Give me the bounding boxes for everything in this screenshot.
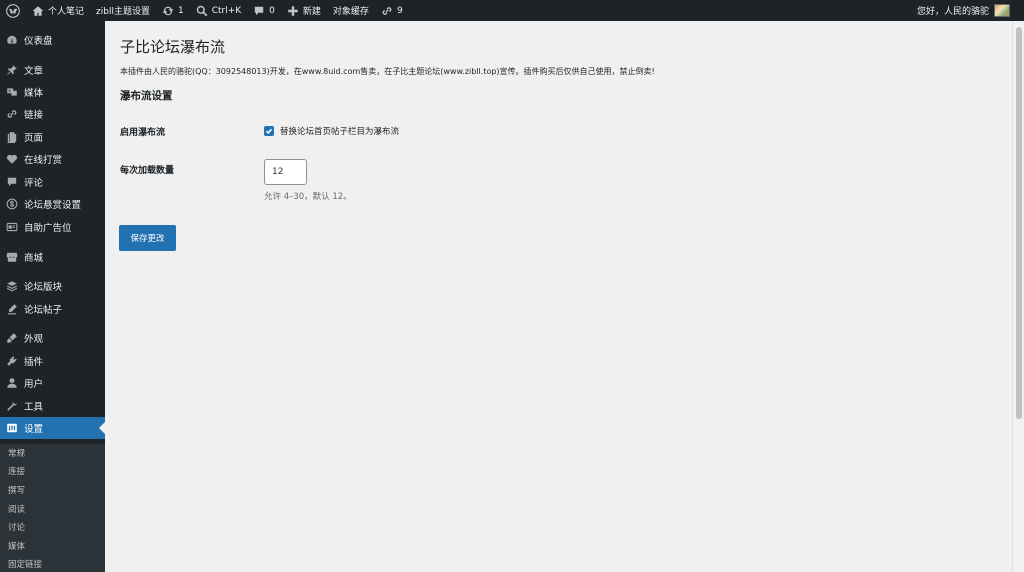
- menu-item-donate[interactable]: 在线打赏: [0, 149, 105, 169]
- media-icon: [7, 88, 17, 96]
- dashboard-icon: [7, 35, 17, 44]
- comments-count: 0: [269, 5, 275, 16]
- plus-icon: [288, 5, 298, 16]
- new-content-link[interactable]: 新建: [281, 0, 327, 21]
- save-changes-button[interactable]: 保存更改: [119, 225, 176, 251]
- appearance-icon: [7, 333, 17, 343]
- load-count-input[interactable]: 12: [264, 159, 307, 185]
- link-icon: [7, 110, 17, 118]
- main-content: 子比论坛瀑布流 本插件由人民的骆驼(QQ：3092548013)开发，在www.…: [105, 21, 1012, 572]
- submenu-item-permalinks[interactable]: 固定链接: [8, 558, 42, 570]
- site-name-link[interactable]: 个人笔记: [26, 0, 90, 21]
- search-icon: [196, 5, 208, 16]
- settings-submenu: 常规 连接 撰写 阅读 讨论 媒体 固定链接: [0, 444, 105, 572]
- menu-item-media[interactable]: 媒体: [0, 82, 105, 102]
- dollar-icon: [6, 198, 18, 210]
- menu-item-forum-posts[interactable]: 论坛帖子: [0, 299, 105, 319]
- object-cache-link[interactable]: 对象缓存: [327, 0, 375, 21]
- page-scrollbar[interactable]: [1012, 21, 1024, 572]
- heart-icon: [6, 154, 18, 164]
- link-icon: [382, 6, 392, 15]
- store-icon: [6, 252, 18, 262]
- page-title: 子比论坛瀑布流: [120, 38, 226, 56]
- enable-waterfall-option[interactable]: 替换论坛首页帖子栏目为瀑布流: [264, 125, 399, 137]
- menu-item-dashboard[interactable]: 仪表盘: [0, 30, 105, 50]
- menu-item-comments[interactable]: 评论: [0, 172, 105, 192]
- links-link[interactable]: 9: [375, 0, 409, 21]
- updates-link[interactable]: 1: [156, 0, 190, 21]
- plugin-intro-text: 本插件由人民的骆驼(QQ：3092548013)开发，在www.8uid.com…: [120, 67, 655, 76]
- submenu-item-general[interactable]: 常规: [8, 447, 25, 459]
- home-icon: [32, 5, 44, 16]
- menu-item-appearance[interactable]: 外观: [0, 328, 105, 348]
- menu-item-tools[interactable]: 工具: [0, 396, 105, 416]
- greeting-text: 您好，人民的骆驼: [916, 7, 989, 17]
- forum-icon: [7, 281, 17, 292]
- section-title: 瀑布流设置: [120, 90, 173, 102]
- links-count: 9: [396, 5, 403, 16]
- checkmark-icon: [265, 128, 273, 135]
- search-shortcut[interactable]: Ctrl+K: [190, 0, 247, 21]
- load-count-label: 每次加载数量: [120, 166, 175, 176]
- wordpress-logo-icon[interactable]: [0, 0, 26, 21]
- pin-icon: [7, 65, 17, 75]
- refresh-icon: [162, 6, 174, 15]
- plugin-icon: [7, 356, 17, 366]
- page-icon: [7, 132, 17, 143]
- scrollbar-thumb[interactable]: [1016, 27, 1022, 419]
- menu-item-pages[interactable]: 页面: [0, 127, 105, 147]
- ad-icon: [6, 222, 18, 232]
- theme-settings-link[interactable]: zibll主题设置: [90, 0, 156, 21]
- menu-item-settings[interactable]: 设置: [0, 417, 105, 439]
- user-icon: [7, 378, 17, 388]
- submenu-item-media[interactable]: 媒体: [8, 540, 25, 552]
- menu-item-users[interactable]: 用户: [0, 373, 105, 393]
- menu-item-forum-boards[interactable]: 论坛版块: [0, 276, 105, 296]
- user-account-link[interactable]: 您好，人民的骆驼: [911, 0, 989, 21]
- submenu-item-discussion[interactable]: 讨论: [8, 521, 25, 533]
- admin-menu: 仪表盘 文章 媒体 链接 页面 在线打赏 评论 论坛悬赏设置 自助广告位 商城 …: [0, 21, 105, 572]
- enable-waterfall-checkbox-label[interactable]: 替换论坛首页帖子栏目为瀑布流: [280, 125, 399, 137]
- menu-item-links[interactable]: 链接: [0, 104, 105, 124]
- settings-icon: [7, 423, 17, 433]
- menu-item-posts[interactable]: 文章: [0, 60, 105, 80]
- menu-item-forum-reward[interactable]: 论坛悬赏设置: [0, 194, 105, 214]
- comment-icon: [7, 177, 17, 187]
- comments-link[interactable]: 0: [247, 0, 281, 21]
- submenu-item-connection[interactable]: 连接: [8, 465, 25, 477]
- admin-bar: 个人笔记 zibll主题设置 1 Ctrl+K 0 新建 对象缓存 9 您好，人…: [0, 0, 1024, 21]
- updates-count: 1: [177, 5, 184, 16]
- avatar[interactable]: [994, 4, 1010, 17]
- comment-icon: [254, 6, 264, 15]
- menu-item-store[interactable]: 商城: [0, 247, 105, 267]
- menu-item-self-ads[interactable]: 自助广告位: [0, 217, 105, 237]
- post-icon: [7, 304, 17, 315]
- site-name-label: 个人笔记: [48, 7, 85, 17]
- submenu-item-reading[interactable]: 阅读: [8, 503, 25, 515]
- menu-item-plugins[interactable]: 插件: [0, 351, 105, 371]
- submenu-item-writing[interactable]: 撰写: [8, 484, 25, 496]
- enable-waterfall-label: 启用瀑布流: [120, 128, 166, 138]
- tool-icon: [7, 401, 17, 411]
- enable-waterfall-checkbox[interactable]: [264, 126, 274, 136]
- load-count-hint: 允许 4–30，默认 12。: [264, 192, 352, 202]
